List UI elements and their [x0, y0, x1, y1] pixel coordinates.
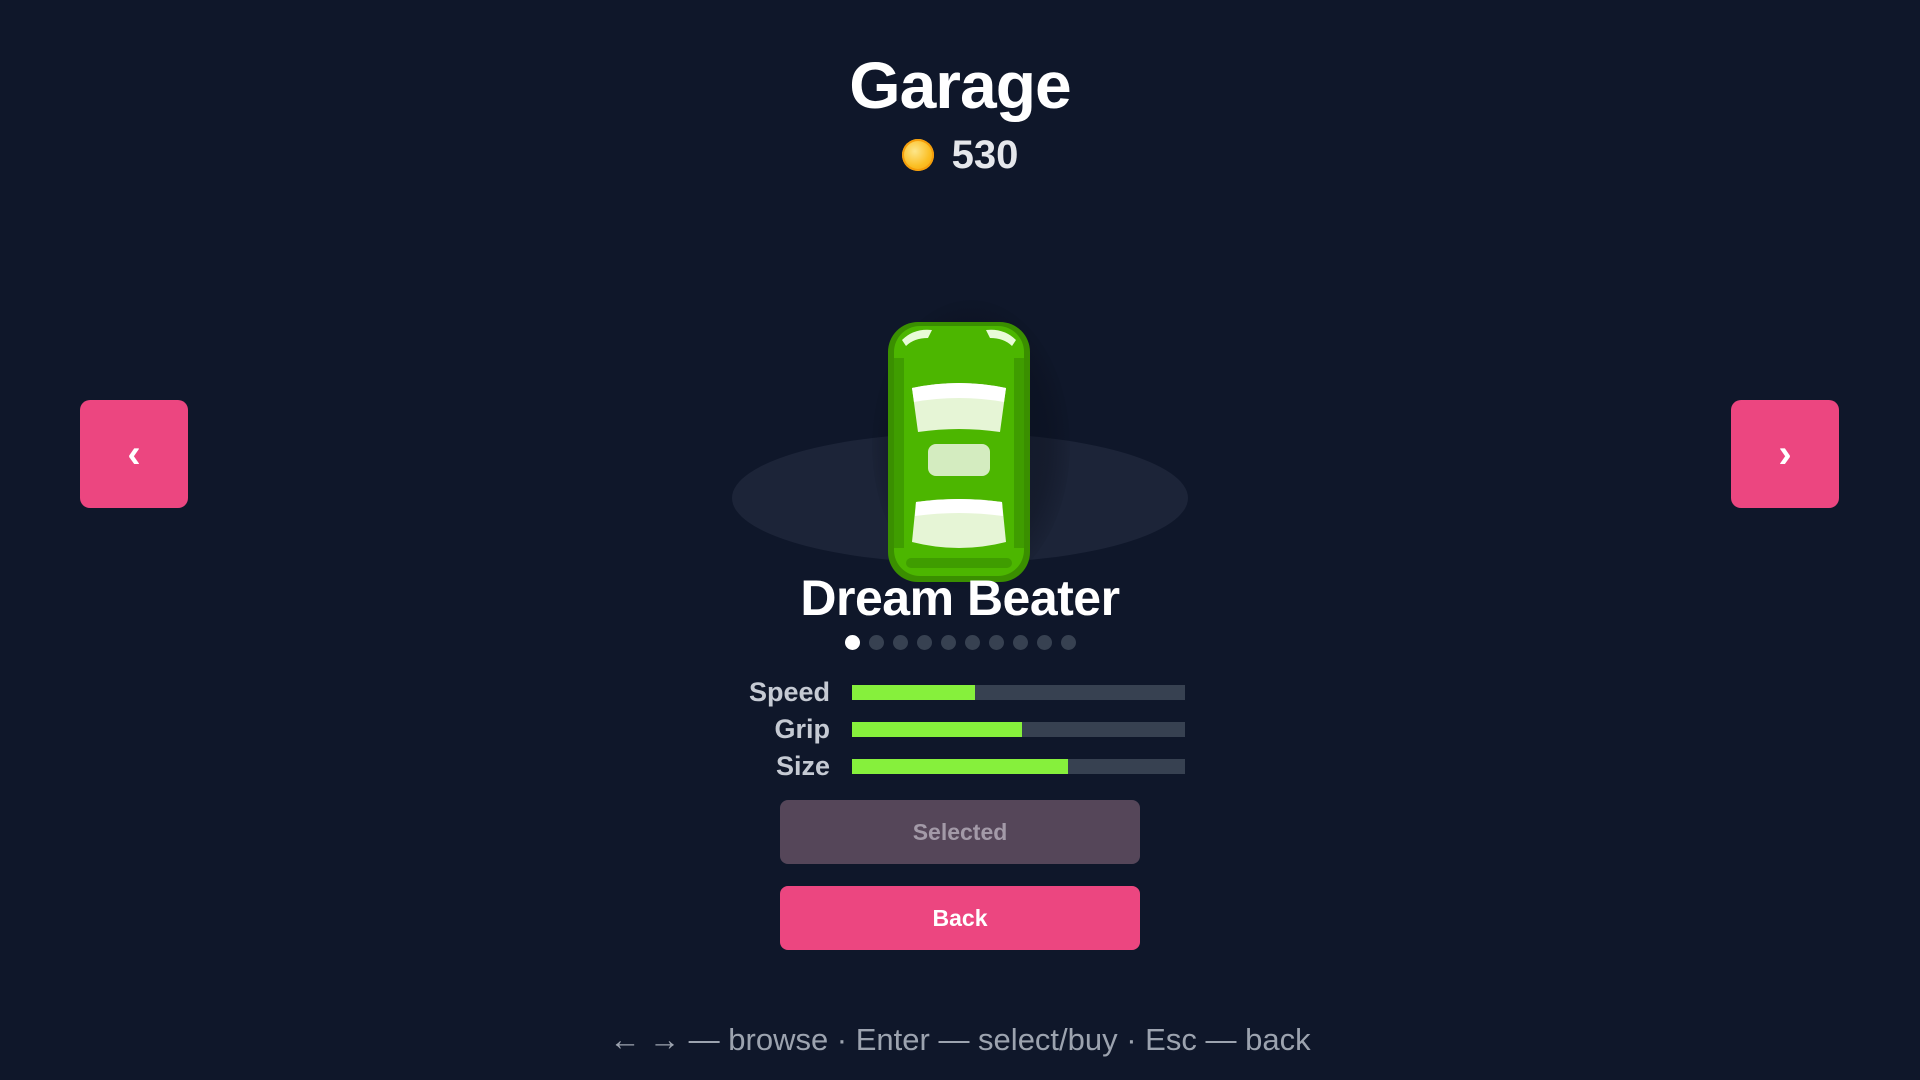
page-dot [1012, 635, 1028, 650]
coin-balance: 530 [0, 132, 1920, 178]
page-dot [868, 635, 884, 650]
stat-bar-track [852, 721, 1185, 737]
controls-hint: ← → — browse · Enter — select/buy · Esc … [609, 1022, 1311, 1057]
page-dot [940, 635, 956, 650]
coin-count: 530 [951, 133, 1019, 177]
selected-button[interactable]: Selected [780, 800, 1140, 864]
coin-icon [901, 139, 934, 171]
stat-label: Speed [748, 676, 830, 707]
stat-bar-fill [852, 758, 1069, 774]
page-dot [964, 635, 980, 650]
stat-bar-fill [852, 721, 1022, 737]
garage-screen: Garage 530 ‹ › Dream Beater Speed Grip Siz… [0, 0, 1920, 1080]
page-dot [844, 635, 860, 650]
chevron-left-icon: ‹ [127, 431, 141, 476]
stat-label: Size [775, 750, 830, 781]
stat-bar-fill [852, 684, 976, 700]
stat-row-speed: Speed [720, 674, 1200, 710]
car-sprite [888, 322, 1030, 582]
stat-row-size: Size [720, 748, 1200, 784]
page-dot [892, 635, 908, 650]
previous-car-button[interactable]: ‹ [80, 400, 188, 508]
stat-row-grip: Grip [720, 711, 1200, 747]
back-button[interactable]: Back [780, 886, 1140, 950]
chevron-right-icon: › [1778, 431, 1792, 476]
next-car-button[interactable]: › [1731, 400, 1839, 508]
car-roof [928, 444, 990, 476]
page-dot [1060, 635, 1076, 650]
page-dot [916, 635, 932, 650]
car-stats: Speed Grip Size [720, 674, 1200, 785]
stat-bar-track [852, 758, 1185, 774]
stat-label: Grip [774, 713, 830, 744]
car-page-indicator [0, 635, 1920, 650]
page-title: Garage [849, 48, 1071, 122]
page-dot [988, 635, 1004, 650]
car-name: Dream Beater [800, 570, 1120, 626]
page-dot [1036, 635, 1052, 650]
stat-bar-track [852, 684, 1185, 700]
